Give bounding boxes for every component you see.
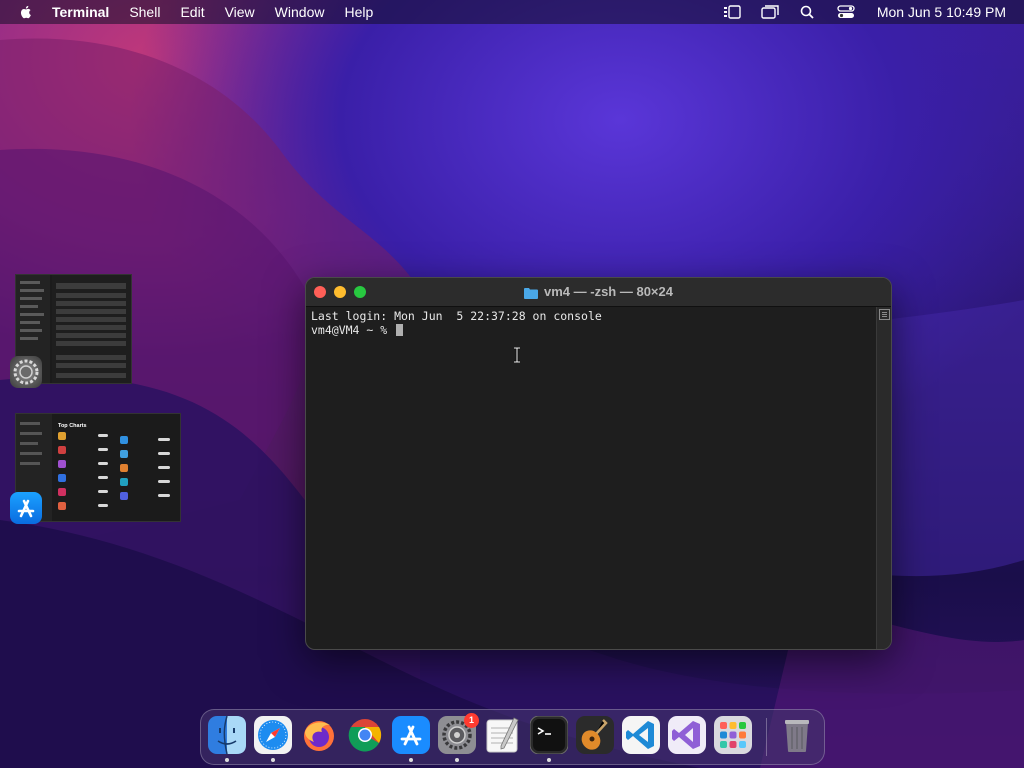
dock-terminal[interactable] (529, 715, 569, 755)
textedit-icon (486, 717, 519, 753)
dock-firefox[interactable] (300, 716, 338, 754)
terminal-title: vm4 — -zsh — 80×24 (306, 278, 891, 306)
chrome-icon (348, 719, 382, 752)
dock-garageband[interactable] (576, 716, 614, 754)
folder-icon (524, 287, 538, 299)
app-store-icon (17, 499, 35, 518)
dock-trash[interactable] (778, 716, 816, 754)
gear-icon (13, 359, 39, 385)
scrollbar-menu-icon[interactable] (879, 309, 890, 320)
dock-textedit[interactable] (484, 716, 522, 754)
menu-view[interactable]: View (225, 0, 255, 24)
terminal-titlebar[interactable]: vm4 — -zsh — 80×24 (306, 278, 891, 307)
safari-icon (254, 716, 292, 754)
system-preferences-running-indicator (455, 758, 459, 762)
dock-safari[interactable] (254, 716, 292, 754)
menu-shell[interactable]: Shell (129, 0, 160, 24)
dock-separator (766, 718, 767, 756)
terminal-running-indicator (547, 758, 551, 762)
dock-chrome[interactable] (346, 716, 384, 754)
menu-app-terminal[interactable]: Terminal (52, 0, 109, 24)
trash-icon (785, 720, 809, 752)
app-store-app-badge (10, 492, 42, 524)
apple-menu-icon[interactable] (18, 4, 34, 20)
dock-finder[interactable] (208, 715, 246, 755)
terminal-window[interactable]: vm4 — -zsh — 80×24 Last login: Mon Jun 5… (305, 277, 892, 650)
menubar-clock[interactable]: Mon Jun 5 10:49 PM (877, 4, 1006, 20)
stage-manager-icon[interactable] (723, 5, 741, 19)
app-store-icon (392, 716, 430, 754)
control-center-icon[interactable] (837, 5, 855, 19)
menubar-status-area: Mon Jun 5 10:49 PM (703, 0, 1006, 24)
terminal-prompt-line: vm4@VM4 ~ % (311, 323, 872, 337)
terminal-scrollbar[interactable] (876, 307, 891, 649)
terminal-title-text: vm4 — -zsh — 80×24 (544, 284, 673, 299)
terminal-last-login-line: Last login: Mon Jun 5 22:37:28 on consol… (311, 309, 602, 323)
dock-visual-studio[interactable] (668, 716, 706, 754)
system-preferences-app-badge (10, 356, 42, 388)
menu-bar: Terminal Shell Edit View Window Help Mon… (0, 0, 1024, 24)
text-cursor (396, 324, 404, 336)
dock: 1 (200, 709, 825, 765)
notification-badge: 1 (464, 713, 479, 728)
menu-edit[interactable]: Edit (180, 0, 204, 24)
vscode-icon (622, 716, 660, 754)
menu-window[interactable]: Window (275, 0, 325, 24)
terminal-content[interactable]: Last login: Mon Jun 5 22:37:28 on consol… (306, 307, 877, 649)
garageband-icon (576, 716, 614, 754)
terminal-icon (529, 715, 569, 755)
screen-mirroring-icon[interactable] (761, 5, 779, 19)
visual-studio-icon (668, 716, 706, 754)
finder-running-indicator (225, 758, 229, 762)
dock-launchpad[interactable] (714, 716, 752, 754)
dock-vscode[interactable] (622, 716, 660, 754)
app-store-running-indicator (409, 758, 413, 762)
launchpad-icon (714, 716, 752, 754)
safari-running-indicator (271, 758, 275, 762)
firefox-icon (304, 721, 334, 751)
menu-help[interactable]: Help (344, 0, 373, 24)
app-store-preview-title: Top Charts (58, 423, 87, 429)
terminal-prompt: vm4@VM4 ~ % (311, 323, 395, 337)
finder-icon (208, 715, 246, 755)
spotlight-search-icon[interactable] (799, 5, 817, 19)
dock-app-store[interactable] (392, 716, 430, 754)
ibeam-cursor-icon (514, 347, 520, 363)
